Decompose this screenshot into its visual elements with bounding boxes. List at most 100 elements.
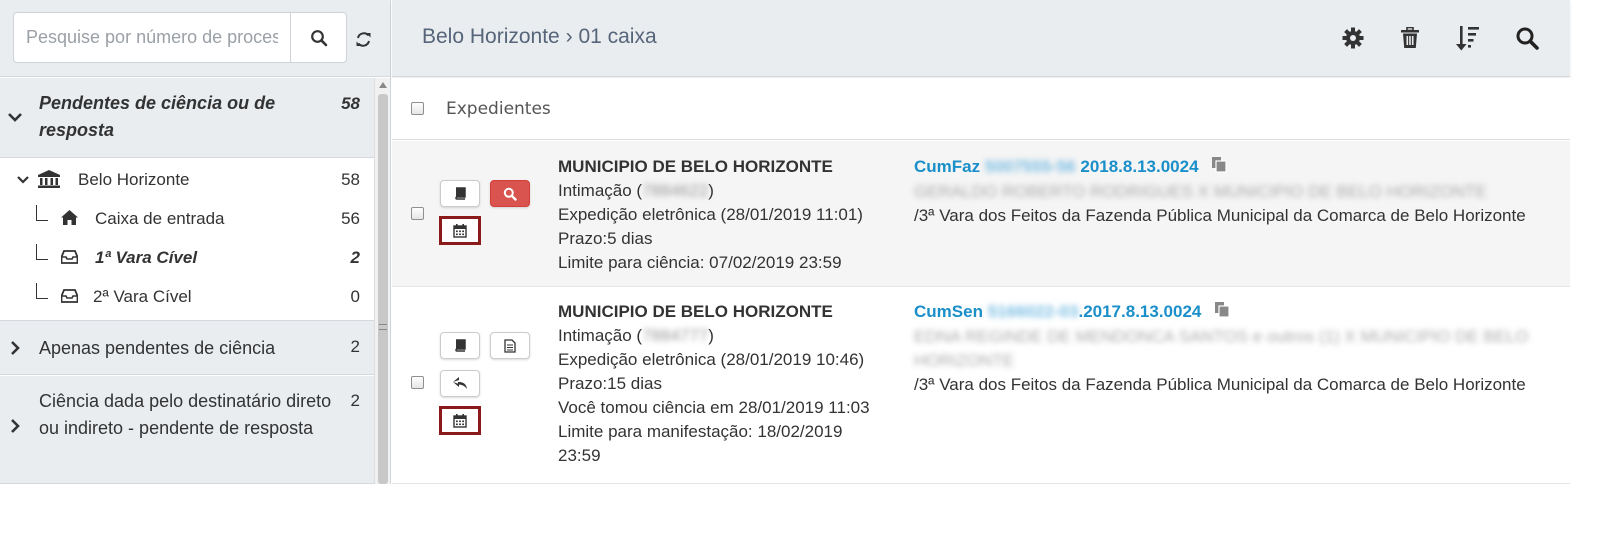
intimacao-label: Intimação ( bbox=[558, 326, 643, 345]
chevron-down-icon bbox=[17, 176, 29, 184]
tree-connector bbox=[36, 244, 48, 260]
intimacao-line: Intimação (7884622) bbox=[558, 179, 863, 203]
intimacao-id: 7884622 bbox=[642, 181, 709, 200]
expediente-info: MUNICIPIO DE BELO HORIZONTE Intimação (7… bbox=[558, 155, 863, 275]
list-item: MUNICIPIO DE BELO HORIZONTE Intimação (7… bbox=[392, 288, 1570, 484]
breadcrumb: Belo Horizonte › 01 caixa bbox=[422, 25, 657, 49]
breadcrumb-root[interactable]: Belo Horizonte bbox=[422, 25, 560, 48]
orgao-julgador: /3ª Vara dos Feitos da Fazenda Pública M… bbox=[914, 205, 1526, 225]
sidebar-scrollbar[interactable] bbox=[374, 78, 390, 484]
settings-button[interactable] bbox=[1340, 24, 1366, 52]
group-count: 58 bbox=[341, 94, 360, 113]
list-header: Expedientes bbox=[392, 78, 1570, 140]
breadcrumb-separator: › bbox=[565, 25, 573, 48]
tree-connector bbox=[36, 205, 48, 221]
process-parties: GERALDO ROBERTO RODRIGUES X MUNICIPIO DE… bbox=[914, 181, 1487, 201]
prazo: Prazo:5 dias bbox=[558, 229, 653, 248]
book-icon bbox=[454, 187, 466, 200]
calendar-button[interactable] bbox=[439, 216, 481, 245]
tree-node-1a-vara-civel[interactable]: 1ª Vara Cível 2 bbox=[0, 238, 374, 277]
delete-button[interactable] bbox=[1397, 24, 1423, 52]
group-apenas-pendentes-ciencia[interactable]: Apenas pendentes de ciência 2 bbox=[0, 320, 374, 375]
refresh-button[interactable] bbox=[352, 28, 374, 50]
group-title: Apenas pendentes de ciência bbox=[39, 338, 276, 358]
book-icon bbox=[454, 339, 466, 352]
top-bar: Belo Horizonte › 01 caixa bbox=[392, 0, 1570, 77]
scrollbar-thumb[interactable] bbox=[378, 94, 388, 484]
process-parties: EDNA REGINDE DE MENDONCA SANTOS e outros… bbox=[914, 326, 1529, 370]
trash-icon bbox=[1401, 27, 1419, 48]
inbox-icon bbox=[61, 289, 78, 303]
search-icon bbox=[503, 187, 517, 201]
search-icon bbox=[311, 29, 328, 46]
group-count: 2 bbox=[350, 391, 360, 410]
search-button[interactable] bbox=[290, 13, 347, 62]
list-item: MUNICIPIO DE BELO HORIZONTE Intimação (7… bbox=[392, 141, 1570, 287]
calendar-button[interactable] bbox=[439, 406, 481, 435]
node-count: 56 bbox=[341, 209, 360, 228]
process-class: CumSen bbox=[914, 302, 983, 321]
breadcrumb-leaf: 01 caixa bbox=[578, 25, 657, 48]
intimacao-close: ) bbox=[708, 181, 714, 200]
node-label: 1ª Vara Cível bbox=[95, 248, 198, 267]
process-number-link[interactable]: CumSen 5166022-03.2017.8.13.0024 bbox=[914, 302, 1201, 321]
home-icon bbox=[61, 210, 78, 225]
view-document-button[interactable] bbox=[440, 332, 480, 359]
recipient-name: MUNICIPIO DE BELO HORIZONTE bbox=[558, 302, 833, 321]
tree-connector bbox=[36, 283, 48, 299]
process-number-hidden: 5007555-56 bbox=[984, 157, 1076, 176]
tree-node-2a-vara-civel[interactable]: 2ª Vara Cível 0 bbox=[0, 277, 374, 316]
group-ciencia-dada-pendente-resposta[interactable]: Ciência dada pelo destinatário direto ou… bbox=[0, 376, 374, 484]
process-number-link[interactable]: CumFaz 5007555-56 2018.8.13.0024 bbox=[914, 157, 1199, 176]
expedicao-date: Expedição eletrônica (28/01/2019 10:46) bbox=[558, 350, 865, 369]
view-file-button[interactable] bbox=[490, 332, 530, 359]
inbox-icon bbox=[61, 250, 78, 264]
folder-tree: Pendentes de ciência ou de resposta 58 B… bbox=[0, 78, 374, 484]
left-panel: Pendentes de ciência ou de resposta 58 B… bbox=[0, 0, 391, 484]
chevron-right-icon bbox=[11, 419, 20, 433]
reply-button[interactable] bbox=[440, 370, 480, 397]
copy-button[interactable] bbox=[1211, 156, 1227, 180]
view-process-button[interactable] bbox=[490, 180, 530, 207]
node-label: 2ª Vara Cível bbox=[93, 287, 192, 306]
process-number-visible: 2018.8.13.0024 bbox=[1080, 157, 1199, 176]
sort-button[interactable] bbox=[1455, 24, 1481, 52]
search-icon bbox=[1516, 27, 1539, 50]
group-title: Pendentes de ciência ou de resposta bbox=[39, 93, 276, 140]
process-info: CumFaz 5007555-56 2018.8.13.0024 GERALDO… bbox=[914, 155, 1526, 228]
bank-icon bbox=[38, 170, 60, 188]
node-label: Caixa de entrada bbox=[95, 209, 225, 228]
orgao-julgador: /3ª Vara dos Feitos da Fazenda Pública M… bbox=[914, 374, 1526, 394]
intimacao-line: Intimação (7884777) bbox=[558, 324, 878, 348]
group-count: 2 bbox=[350, 337, 360, 356]
row-checkbox[interactable] bbox=[411, 376, 424, 389]
process-class: CumFaz bbox=[914, 157, 981, 176]
ciencia-status: Você tomou ciência em 28/01/2019 11:03 bbox=[558, 398, 870, 417]
copy-button[interactable] bbox=[1214, 301, 1230, 325]
scroll-up-arrow[interactable] bbox=[379, 82, 387, 88]
reply-icon bbox=[452, 377, 467, 389]
chevron-down-icon bbox=[8, 113, 22, 122]
recipient-name: MUNICIPIO DE BELO HORIZONTE bbox=[558, 157, 833, 176]
copy-icon bbox=[1212, 156, 1227, 173]
calendar-icon bbox=[453, 223, 467, 238]
process-number-visible: .2017.8.13.0024 bbox=[1078, 302, 1202, 321]
limite-ciencia: Limite para ciência: 07/02/2019 23:59 bbox=[558, 253, 842, 272]
expedicao-date: Expedição eletrônica (28/01/2019 11:01) bbox=[558, 205, 863, 224]
search-toggle-button[interactable] bbox=[1514, 24, 1540, 52]
view-document-button[interactable] bbox=[440, 180, 480, 207]
group-pendentes-ciencia-resposta[interactable]: Pendentes de ciência ou de resposta 58 bbox=[0, 78, 374, 158]
process-info: CumSen 5166022-03.2017.8.13.0024 EDNA RE… bbox=[914, 300, 1534, 397]
node-count: 58 bbox=[341, 170, 360, 189]
row-checkbox[interactable] bbox=[411, 207, 424, 220]
process-number-hidden: 5166022-03 bbox=[987, 302, 1079, 321]
search-input[interactable] bbox=[14, 13, 290, 62]
node-count: 2 bbox=[350, 248, 360, 267]
copy-icon bbox=[1215, 301, 1230, 318]
tree-node-belo-horizonte[interactable]: Belo Horizonte 58 bbox=[0, 160, 374, 199]
expediente-info: MUNICIPIO DE BELO HORIZONTE Intimação (7… bbox=[558, 300, 878, 468]
tree-node-caixa-de-entrada[interactable]: Caixa de entrada 56 bbox=[0, 199, 374, 238]
group-title: Ciência dada pelo destinatário direto ou… bbox=[39, 391, 332, 438]
intimacao-id: 7884777 bbox=[642, 326, 709, 345]
select-all-checkbox[interactable] bbox=[411, 102, 424, 115]
